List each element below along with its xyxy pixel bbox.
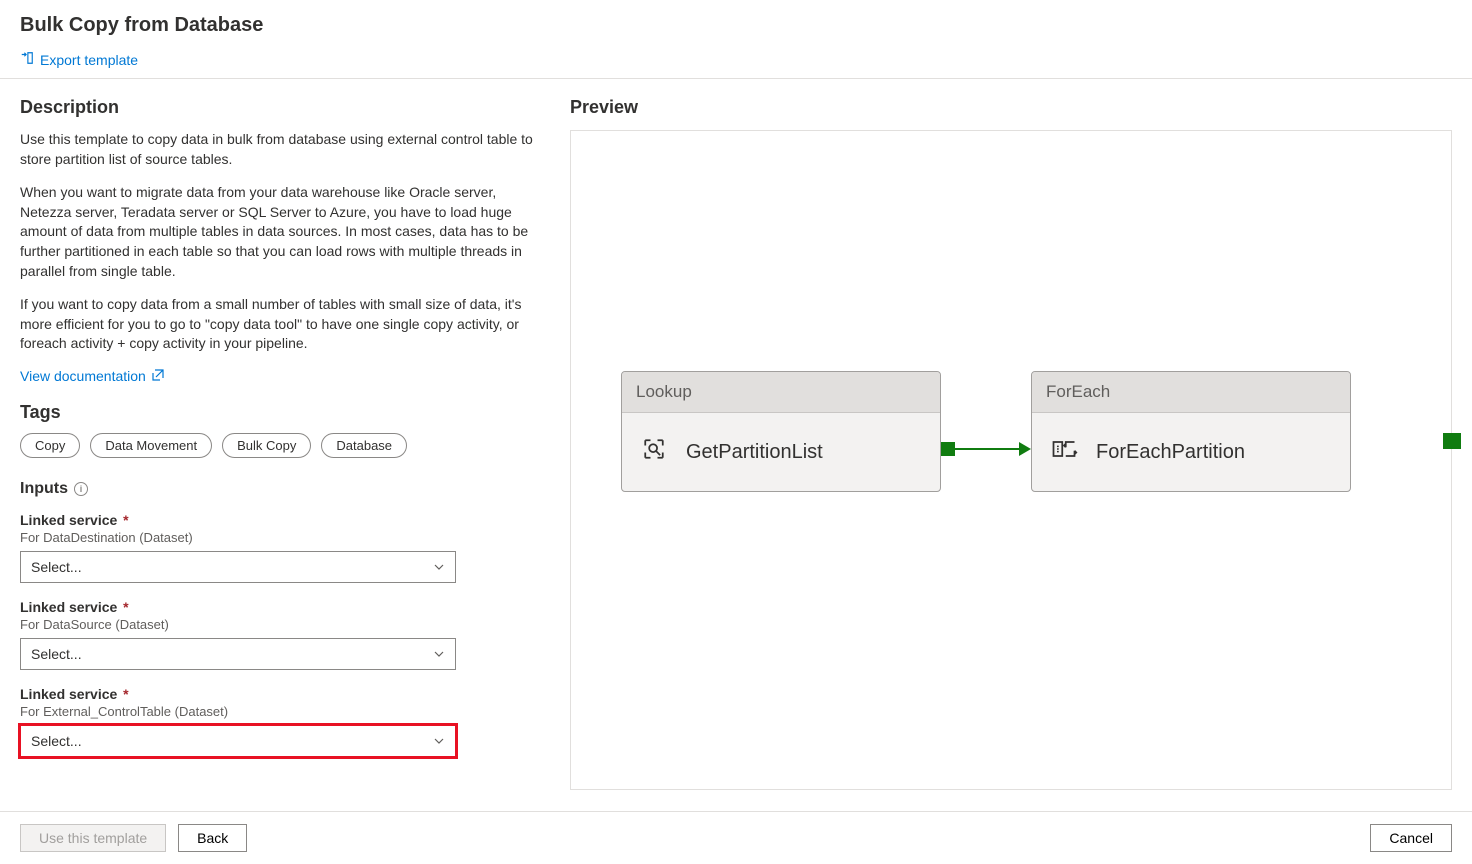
preview-heading: Preview	[570, 97, 1452, 118]
chevron-down-icon	[433, 561, 445, 573]
input-group-data-source: Linked service * For DataSource (Dataset…	[20, 599, 540, 670]
tags-list: Copy Data Movement Bulk Copy Database	[20, 433, 540, 458]
connector-line	[955, 448, 1019, 450]
description-p1: Use this template to copy data in bulk f…	[20, 130, 540, 169]
foreach-icon	[1050, 435, 1078, 469]
required-mark: *	[123, 512, 128, 528]
external-link-icon	[152, 368, 164, 384]
input-group-data-destination: Linked service * For DataDestination (Da…	[20, 512, 540, 583]
description-p3: If you want to copy data from a small nu…	[20, 295, 540, 354]
node-name: ForEachPartition	[1096, 441, 1245, 464]
view-documentation-link[interactable]: View documentation	[20, 368, 164, 384]
export-template-link[interactable]: Export template	[20, 51, 138, 68]
node-name: GetPartitionList	[686, 441, 823, 464]
select-placeholder: Select...	[31, 559, 82, 575]
view-documentation-label: View documentation	[20, 368, 146, 384]
select-placeholder: Select...	[31, 646, 82, 662]
inputs-heading: Inputs i	[20, 480, 540, 498]
input-label-text: Linked service	[20, 599, 117, 615]
pipeline-connector	[941, 439, 1031, 459]
tag-data-movement[interactable]: Data Movement	[90, 433, 212, 458]
description-heading: Description	[20, 97, 540, 118]
input-label-text: Linked service	[20, 512, 117, 528]
tags-heading: Tags	[20, 402, 540, 423]
chevron-down-icon	[433, 648, 445, 660]
use-this-template-button: Use this template	[20, 824, 166, 852]
description-text: Use this template to copy data in bulk f…	[20, 130, 540, 354]
inputs-heading-label: Inputs	[20, 480, 68, 498]
tag-copy[interactable]: Copy	[20, 433, 80, 458]
input-label-text: Linked service	[20, 686, 117, 702]
node-type-label: Lookup	[622, 372, 940, 413]
input-sublabel: For DataDestination (Dataset)	[20, 530, 540, 545]
required-mark: *	[123, 599, 128, 615]
page-title: Bulk Copy from Database	[0, 0, 1472, 45]
preview-canvas[interactable]: Lookup GetPartitionList ForEach	[570, 130, 1452, 790]
pipeline-node-foreach[interactable]: ForEach ForEachPartition	[1031, 371, 1351, 492]
linked-service-select-destination[interactable]: Select...	[20, 551, 456, 583]
back-button[interactable]: Back	[178, 824, 247, 852]
info-icon[interactable]: i	[74, 482, 88, 496]
connector-end-stub	[1443, 433, 1461, 449]
required-mark: *	[123, 686, 128, 702]
input-label: Linked service *	[20, 512, 540, 528]
input-label: Linked service *	[20, 686, 540, 702]
tag-database[interactable]: Database	[321, 433, 407, 458]
input-sublabel: For DataSource (Dataset)	[20, 617, 540, 632]
tag-bulk-copy[interactable]: Bulk Copy	[222, 433, 311, 458]
linked-service-select-control-table[interactable]: Select...	[20, 725, 456, 757]
select-placeholder: Select...	[31, 733, 82, 749]
linked-service-select-source[interactable]: Select...	[20, 638, 456, 670]
cancel-button[interactable]: Cancel	[1370, 824, 1452, 852]
toolbar: Export template	[0, 45, 1472, 79]
chevron-down-icon	[433, 735, 445, 747]
node-type-label: ForEach	[1032, 372, 1350, 413]
arrow-right-icon	[1019, 442, 1031, 456]
pipeline-node-lookup[interactable]: Lookup GetPartitionList	[621, 371, 941, 492]
input-label: Linked service *	[20, 599, 540, 615]
input-sublabel: For External_ControlTable (Dataset)	[20, 704, 540, 719]
description-p2: When you want to migrate data from your …	[20, 183, 540, 281]
input-group-control-table: Linked service * For External_ControlTab…	[20, 686, 540, 757]
export-template-label: Export template	[40, 52, 138, 68]
footer: Use this template Back Cancel	[0, 811, 1472, 864]
lookup-icon	[640, 435, 668, 469]
export-icon	[20, 51, 34, 68]
connector-start	[941, 442, 955, 456]
